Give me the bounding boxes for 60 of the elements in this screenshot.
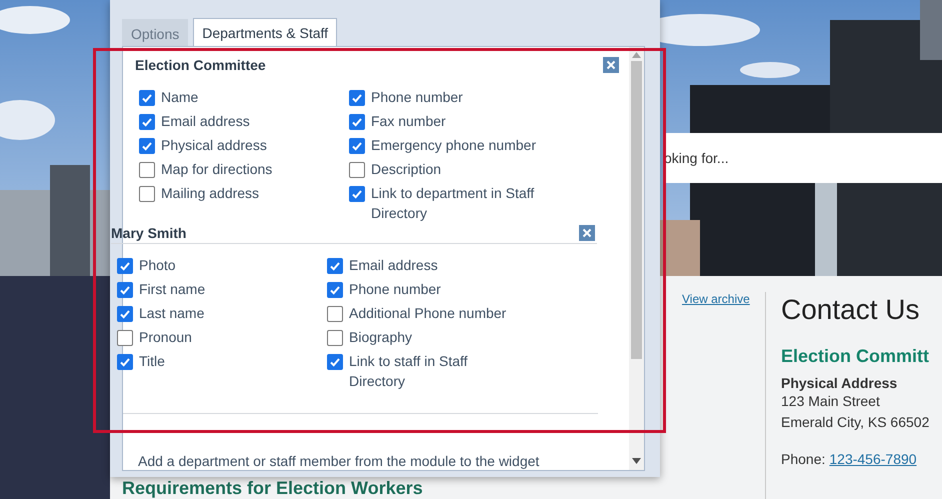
field-label: Mailing address [161, 184, 260, 203]
section-title: Election Committee [135, 57, 266, 73]
field-label: Map for directions [161, 160, 272, 179]
field-label: Emergency phone number [371, 136, 536, 155]
checkbox[interactable] [349, 90, 365, 106]
checkbox[interactable] [327, 282, 343, 298]
tab[interactable]: Departments & Staff [193, 18, 338, 47]
checkbox[interactable] [327, 330, 343, 346]
checkbox[interactable] [117, 330, 133, 346]
field-label: Link to department in Staff Directory [371, 184, 536, 223]
close-icon [582, 228, 592, 238]
field-label: Photo [139, 256, 176, 275]
field-label: Email address [349, 256, 438, 275]
department-name: Election Committ [781, 346, 930, 367]
field-label: Additional Phone number [349, 304, 506, 323]
checkbox[interactable] [349, 114, 365, 130]
field-label: First name [139, 280, 206, 299]
checkbox[interactable] [327, 306, 343, 322]
address-label: Physical Address [781, 375, 898, 391]
field-label: Name [161, 88, 198, 107]
field-label: Title [139, 352, 165, 371]
checkbox[interactable] [327, 258, 343, 274]
checkbox[interactable] [139, 162, 155, 178]
field-label: Phone number [371, 88, 463, 107]
tab[interactable]: Options [122, 19, 188, 47]
checkbox[interactable] [349, 138, 365, 154]
checkbox[interactable] [139, 138, 155, 154]
phone-label: Phone: [781, 451, 826, 467]
checkbox[interactable] [139, 186, 155, 202]
address-line: 123 Main Street [781, 392, 881, 411]
field-label: Fax number [371, 112, 446, 131]
close-button[interactable] [579, 225, 595, 241]
field-label: Link to staff in Staff Directory [349, 352, 469, 391]
field-label: Email address [161, 112, 250, 131]
address-line: Emerald City, KS 66502 [781, 413, 930, 432]
field-label: Phone number [349, 280, 441, 299]
field-label: Description [371, 160, 442, 179]
checkbox[interactable] [117, 354, 133, 370]
hint-text: Add a department or staff member from the module to the widget [138, 452, 540, 470]
checkbox[interactable] [327, 354, 343, 370]
checkbox[interactable] [349, 186, 365, 202]
view-archive-link[interactable]: View archive [682, 292, 750, 306]
page-heading: Requirements for Election Workers [122, 478, 424, 499]
field-label: Pronoun [139, 328, 192, 347]
checkbox[interactable] [117, 306, 133, 322]
section-title: Mary Smith [111, 225, 186, 241]
scrollbar[interactable] [629, 47, 644, 470]
field-label: Biography [349, 328, 412, 347]
close-icon [606, 60, 616, 70]
field-label: Physical address [161, 136, 267, 155]
close-button[interactable] [603, 57, 619, 73]
checkbox[interactable] [117, 282, 133, 298]
contact-title: Contact Us [781, 294, 920, 326]
checkbox[interactable] [139, 90, 155, 106]
checkbox[interactable] [139, 114, 155, 130]
field-label: Last name [139, 304, 204, 323]
phone-link[interactable]: 123-456-7890 [829, 451, 917, 467]
checkbox[interactable] [349, 162, 365, 178]
scroll-down-icon[interactable] [632, 458, 641, 464]
checkbox[interactable] [117, 258, 133, 274]
